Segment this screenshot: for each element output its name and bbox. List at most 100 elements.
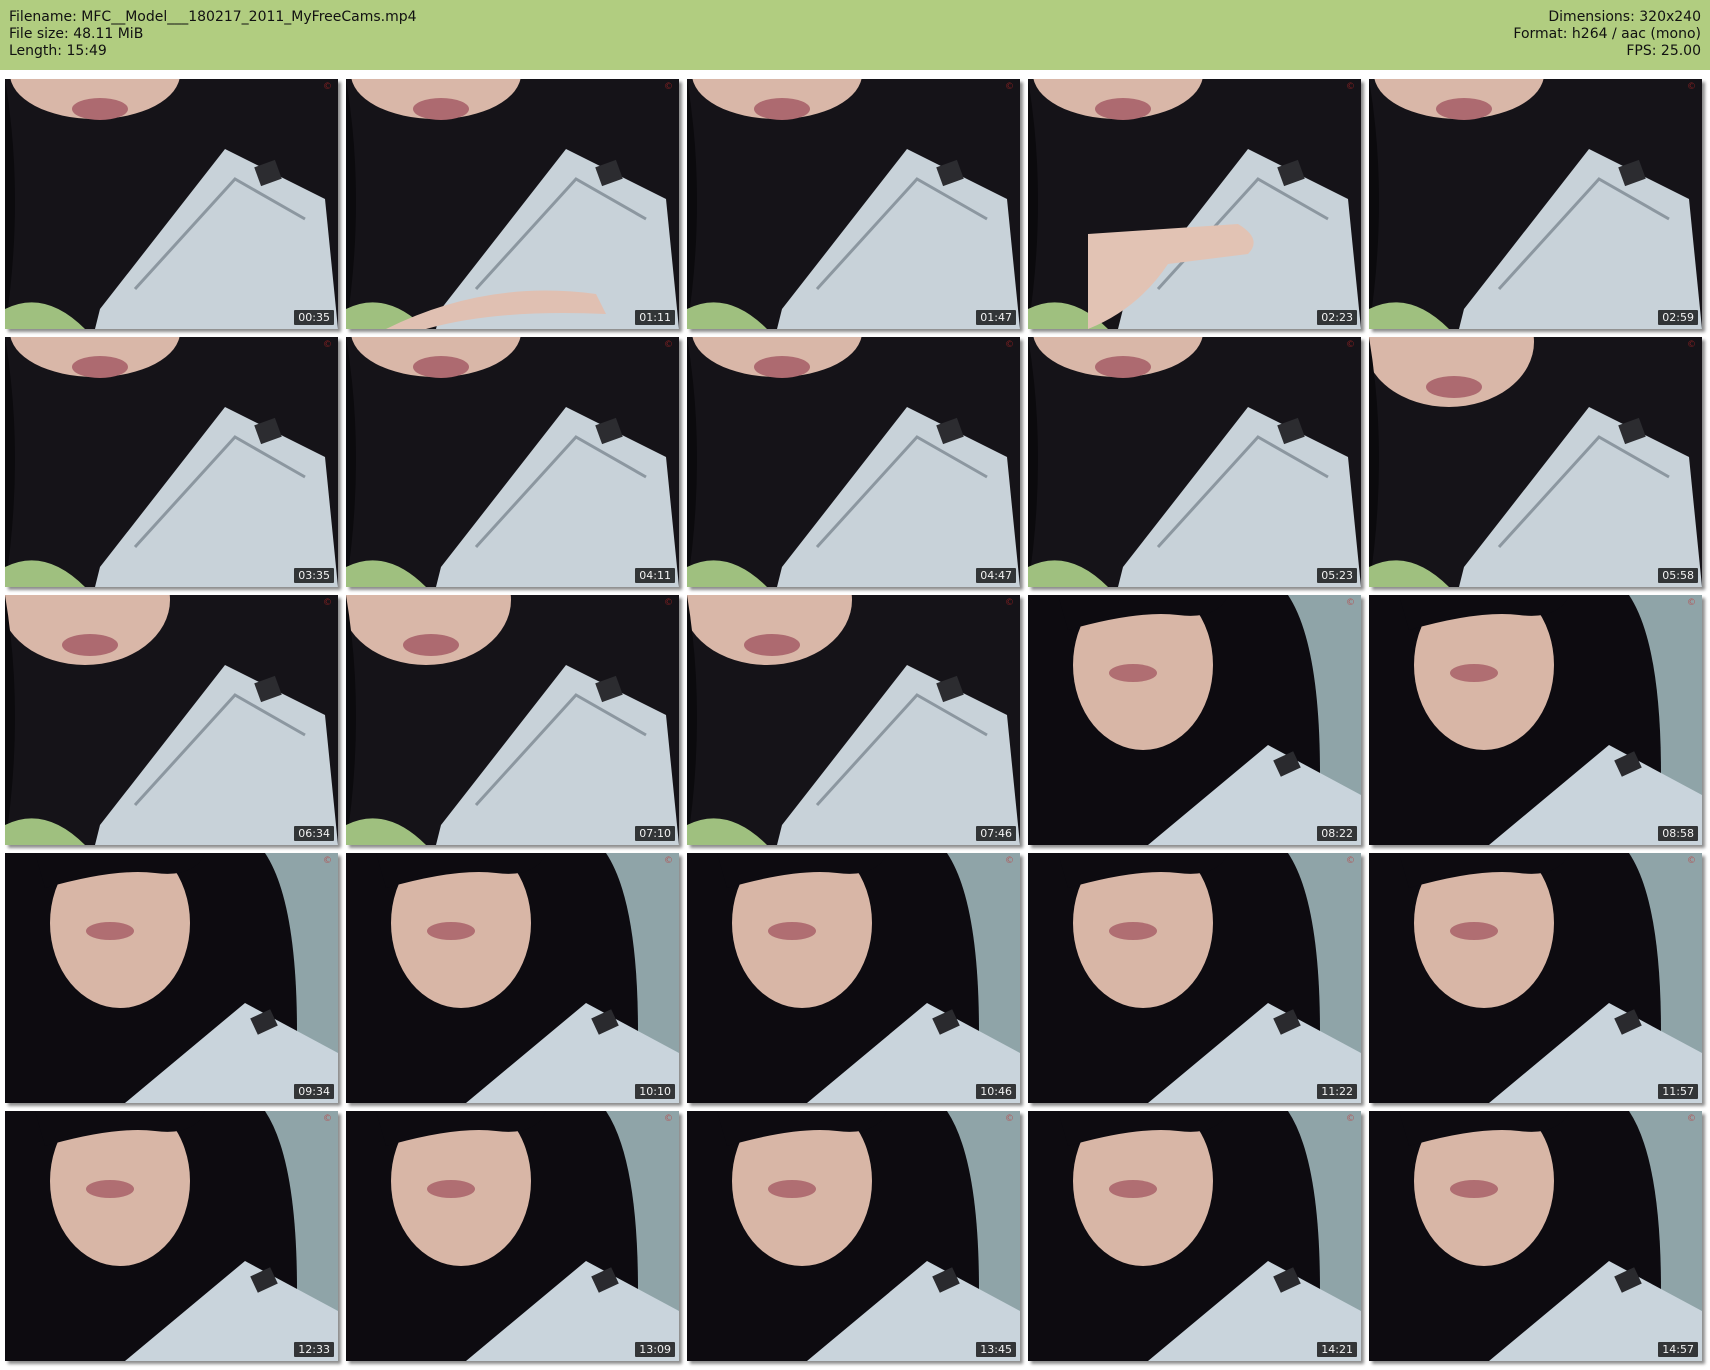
timestamp-label: 08:58 — [1658, 826, 1698, 841]
video-thumbnail: © 14:21 — [1028, 1111, 1361, 1361]
frame-image — [1369, 79, 1702, 329]
watermark-icon: © — [323, 82, 332, 92]
frame-image — [346, 595, 679, 845]
header-right: Dimensions: 320x240 Format: h264 / aac (… — [1513, 9, 1701, 60]
watermark-icon: © — [664, 856, 673, 866]
frame-image — [5, 337, 338, 587]
frame-image — [5, 853, 338, 1103]
watermark-icon: © — [1687, 598, 1696, 608]
timestamp-label: 03:35 — [294, 568, 334, 583]
video-thumbnail: © 05:58 — [1369, 337, 1702, 587]
video-thumbnail: © 02:23 — [1028, 79, 1361, 329]
watermark-icon: © — [1005, 82, 1014, 92]
frame-image — [1028, 853, 1361, 1103]
timestamp-label: 14:57 — [1658, 1342, 1698, 1357]
watermark-icon: © — [1346, 340, 1355, 350]
timestamp-label: 04:11 — [635, 568, 675, 583]
timestamp-label: 00:35 — [294, 310, 334, 325]
video-thumbnail: © 11:22 — [1028, 853, 1361, 1103]
timestamp-label: 14:21 — [1317, 1342, 1357, 1357]
video-thumbnail: © 05:23 — [1028, 337, 1361, 587]
timestamp-label: 09:34 — [294, 1084, 334, 1099]
video-thumbnail: © 08:22 — [1028, 595, 1361, 845]
watermark-icon: © — [1346, 598, 1355, 608]
frame-image — [346, 79, 679, 329]
frame-image — [1028, 337, 1361, 587]
video-thumbnail: © 01:47 — [687, 79, 1020, 329]
frame-image — [5, 595, 338, 845]
frame-image — [1369, 1111, 1702, 1361]
video-thumbnail: © 12:33 — [5, 1111, 338, 1361]
timestamp-label: 04:47 — [976, 568, 1016, 583]
timestamp-label: 08:22 — [1317, 826, 1357, 841]
watermark-icon: © — [1005, 856, 1014, 866]
watermark-icon: © — [1346, 856, 1355, 866]
timestamp-label: 06:34 — [294, 826, 334, 841]
video-thumbnail: © 03:35 — [5, 337, 338, 587]
frame-image — [687, 853, 1020, 1103]
frame-image — [687, 79, 1020, 329]
video-thumbnail: © 00:35 — [5, 79, 338, 329]
timestamp-label: 05:23 — [1317, 568, 1357, 583]
video-thumbnail: © 07:10 — [346, 595, 679, 845]
watermark-icon: © — [1346, 1114, 1355, 1124]
thumbnail-grid: © 00:35 © 01:11 © 01:47 © 02:23 © 02:59 © 03:35 © 04:… — [5, 79, 1702, 1361]
watermark-icon: © — [323, 340, 332, 350]
timestamp-label: 07:10 — [635, 826, 675, 841]
video-thumbnail: © 07:46 — [687, 595, 1020, 845]
frame-image — [687, 1111, 1020, 1361]
timestamp-label: 02:23 — [1317, 310, 1357, 325]
timestamp-label: 01:11 — [635, 310, 675, 325]
timestamp-label: 13:09 — [635, 1342, 675, 1357]
video-thumbnail: © 13:45 — [687, 1111, 1020, 1361]
timestamp-label: 05:58 — [1658, 568, 1698, 583]
header-left: Filename: MFC__Model___180217_2011_MyFre… — [9, 9, 417, 60]
video-thumbnail: © 11:57 — [1369, 853, 1702, 1103]
watermark-icon: © — [664, 1114, 673, 1124]
timestamp-label: 07:46 — [976, 826, 1016, 841]
video-thumbnail: © 09:34 — [5, 853, 338, 1103]
frame-image — [1028, 595, 1361, 845]
watermark-icon: © — [1687, 856, 1696, 866]
timestamp-label: 10:10 — [635, 1084, 675, 1099]
frame-image — [1028, 1111, 1361, 1361]
frame-image — [346, 853, 679, 1103]
video-thumbnail: © 10:46 — [687, 853, 1020, 1103]
dimensions-text: Dimensions: 320x240 — [1548, 9, 1701, 25]
watermark-icon: © — [1346, 82, 1355, 92]
video-thumbnail: © 04:47 — [687, 337, 1020, 587]
video-thumbnail: © 08:58 — [1369, 595, 1702, 845]
frame-image — [346, 1111, 679, 1361]
video-thumbnail: © 13:09 — [346, 1111, 679, 1361]
watermark-icon: © — [1005, 598, 1014, 608]
watermark-icon: © — [1005, 1114, 1014, 1124]
video-thumbnail: © 06:34 — [5, 595, 338, 845]
frame-image — [687, 337, 1020, 587]
watermark-icon: © — [1687, 1114, 1696, 1124]
watermark-icon: © — [664, 82, 673, 92]
watermark-icon: © — [664, 598, 673, 608]
fps-text: FPS: 25.00 — [1626, 43, 1701, 59]
timestamp-label: 02:59 — [1658, 310, 1698, 325]
format-text: Format: h264 / aac (mono) — [1513, 26, 1701, 42]
video-thumbnail: © 01:11 — [346, 79, 679, 329]
video-thumbnail: © 04:11 — [346, 337, 679, 587]
timestamp-label: 10:46 — [976, 1084, 1016, 1099]
video-thumbnail: © 02:59 — [1369, 79, 1702, 329]
video-thumbnail: © 10:10 — [346, 853, 679, 1103]
frame-image — [1369, 595, 1702, 845]
frame-image — [1369, 853, 1702, 1103]
watermark-icon: © — [323, 1114, 332, 1124]
timestamp-label: 12:33 — [294, 1342, 334, 1357]
watermark-icon: © — [323, 598, 332, 608]
length-text: Length: 15:49 — [9, 43, 107, 59]
frame-image — [1028, 79, 1361, 329]
frame-image — [687, 595, 1020, 845]
frame-image — [1369, 337, 1702, 587]
watermark-icon: © — [664, 340, 673, 350]
frame-image — [5, 1111, 338, 1361]
watermark-icon: © — [1687, 82, 1696, 92]
timestamp-label: 11:57 — [1658, 1084, 1698, 1099]
watermark-icon: © — [1687, 340, 1696, 350]
timestamp-label: 13:45 — [976, 1342, 1016, 1357]
